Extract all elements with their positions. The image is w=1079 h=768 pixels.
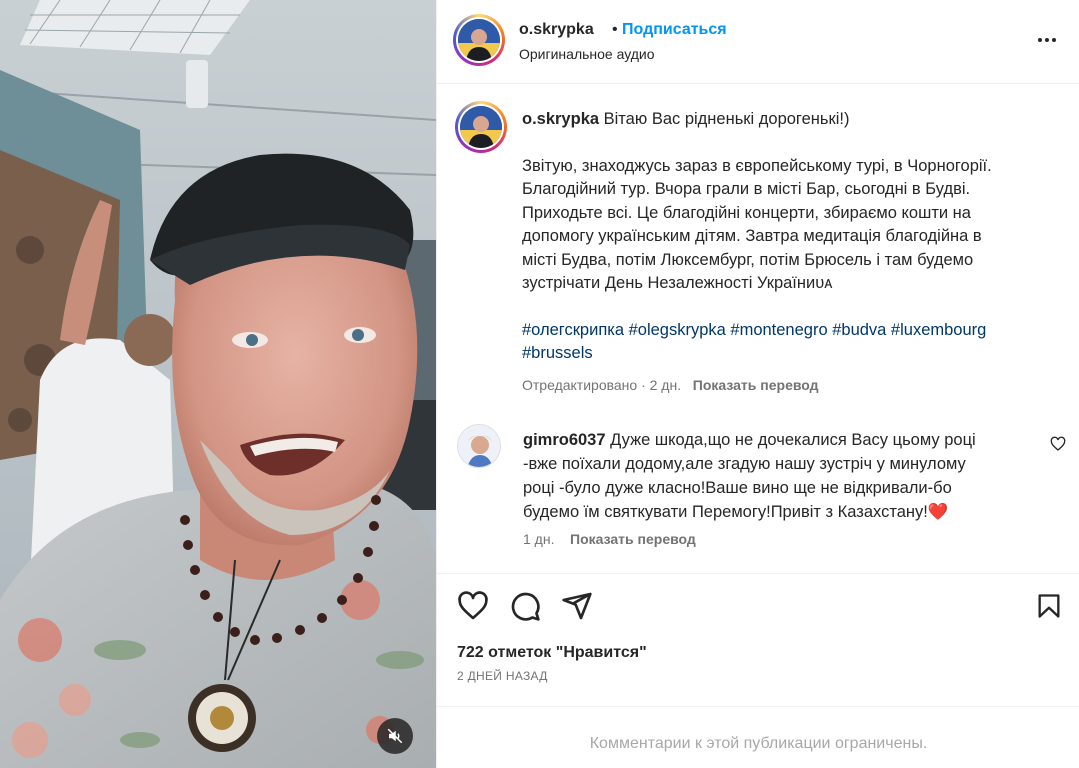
- author-photo: [460, 106, 502, 148]
- commenter-username[interactable]: gimro6037: [523, 431, 606, 449]
- caption-author-avatar[interactable]: [455, 101, 507, 153]
- commenter-avatar[interactable]: [457, 424, 501, 468]
- heart-icon[interactable]: [457, 590, 489, 622]
- post-details-panel: o.skrypka • Подписаться Оригинальное ауд…: [436, 0, 1079, 768]
- bookmark-icon[interactable]: [1035, 590, 1063, 622]
- author-photo: [458, 19, 500, 61]
- separator-dot: •: [612, 21, 618, 38]
- comment-age: 1 дн.: [523, 531, 555, 547]
- author-username[interactable]: o.skrypka: [519, 21, 594, 39]
- post-header: o.skrypka • Подписаться Оригинальное ауд…: [437, 0, 1079, 84]
- comments-limited-notice: Комментарии к этой публикации ограничены…: [589, 735, 928, 752]
- caption-username[interactable]: o.skrypka: [522, 110, 599, 128]
- caption-translate-button[interactable]: Показать перевод: [693, 377, 819, 393]
- caption-hashtags[interactable]: #олегскрипка #olegskrypka #montenegro #b…: [522, 319, 1042, 366]
- mute-button[interactable]: [377, 718, 413, 754]
- caption-body: Звітую, знаходжусь зараз в європейському…: [522, 156, 992, 293]
- send-icon[interactable]: [561, 590, 593, 622]
- more-options-icon[interactable]: [1033, 28, 1061, 52]
- post-video[interactable]: [0, 0, 436, 768]
- comment-item: gimro6037 Дуже шкода,що не дочекалися Ва…: [523, 428, 1033, 524]
- post-time[interactable]: 2 ДНЕЙ НАЗАД: [457, 669, 548, 683]
- caption-edited-time: Отредактировано · 2 дн.: [522, 377, 682, 393]
- comments-footer: Комментарии к этой публикации ограничены…: [437, 706, 1079, 768]
- video-frame-illustration: [0, 0, 436, 768]
- follow-button[interactable]: Подписаться: [622, 21, 727, 39]
- small-heart-icon[interactable]: [1050, 436, 1066, 452]
- caption-meta: Отредактировано · 2 дн. Показать перевод: [522, 377, 819, 393]
- author-avatar[interactable]: [453, 14, 505, 66]
- original-audio-link[interactable]: Оригинальное аудио: [519, 46, 655, 62]
- muted-speaker-icon: [387, 728, 403, 744]
- action-bar: [437, 573, 1079, 639]
- comment-translate-button[interactable]: Показать перевод: [570, 531, 696, 547]
- comment-icon[interactable]: [509, 590, 541, 622]
- likes-count[interactable]: 722 отметок "Нравится": [457, 644, 647, 662]
- comment-meta: 1 дн. Показать перевод: [523, 531, 696, 547]
- commenter-photo: [458, 425, 500, 467]
- caption-greeting: Вітаю Вас рідненькі дорогенькі!): [603, 110, 850, 128]
- post-caption: o.skrypka Вітаю Вас рідненькі дорогенькі…: [522, 108, 1042, 389]
